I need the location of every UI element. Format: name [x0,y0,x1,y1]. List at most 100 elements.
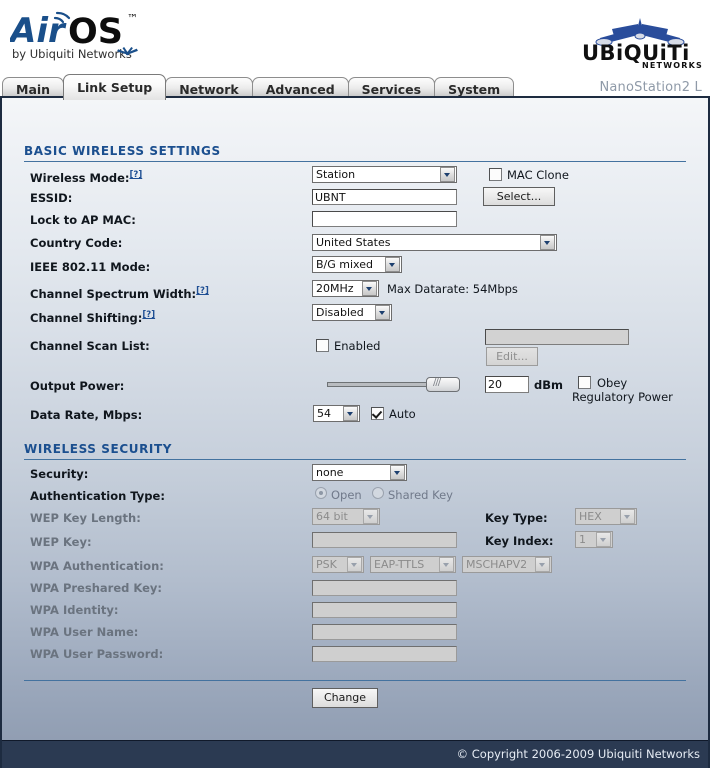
lock-ap-mac-input[interactable] [312,211,457,227]
page-frame: BASIC WIRELESS SETTINGS Wireless Mode:[?… [0,96,710,768]
security-value: none [316,466,344,479]
country-code-select[interactable]: United States [312,234,557,251]
label-wep-key: WEP Key: [30,535,92,549]
channel-scan-list-checkbox[interactable] [316,339,329,352]
row-wep-key: WEP Key: Key Index: 1 [2,531,708,552]
data-rate-auto-label: Auto [389,407,416,421]
ieee-mode-select[interactable]: B/G mixed [312,256,402,273]
label-data-rate: Data Rate, Mbps: [30,408,143,422]
chevron-down-icon [439,557,454,572]
output-power-slider-thumb[interactable] [426,377,460,392]
country-code-value: United States [316,236,391,249]
row-output-power: Output Power: dBm Obey Regulatory Power [2,376,708,404]
key-index-value: 1 [579,533,586,546]
wep-key-length-select[interactable]: 64 bit [312,508,380,525]
label-security: Security: [30,467,89,481]
auth-type-open-radio[interactable] [315,487,327,499]
row-ieee-mode: IEEE 802.11 Mode: B/G mixed [2,256,708,277]
data-rate-value: 54 [317,407,331,420]
label-channel-shifting-text: Channel Shifting: [30,310,143,325]
svg-text:™: ™ [127,12,138,25]
page-header: Air OS ™ by Ubiquiti Networks UBiQUiTi N… [0,0,710,72]
wireless-mode-select[interactable]: Station [312,166,457,183]
data-rate-select[interactable]: 54 [313,405,360,422]
wpa-user-name-input[interactable] [312,624,457,640]
section-basic-wireless-settings: BASIC WIRELESS SETTINGS [24,144,686,162]
label-wep-key-length: WEP Key Length: [30,511,141,525]
row-data-rate: Data Rate, Mbps: 54 Auto [2,405,708,425]
security-select[interactable]: none [312,464,407,481]
output-power-input[interactable] [485,376,529,393]
key-index-select[interactable]: 1 [575,531,613,548]
edit-scan-list-button[interactable]: Edit... [486,347,538,366]
data-rate-auto-checkbox[interactable] [371,407,384,420]
row-security: Security: none [2,464,708,484]
wpa-inner-auth-select[interactable]: MSCHAPV2 [462,556,552,573]
label-wpa-user-name: WPA User Name: [30,625,139,639]
page-footer: © Copyright 2006-2009 Ubiquiti Networks [2,740,708,768]
wpa-inner-auth-value: MSCHAPV2 [466,558,528,571]
spectrum-width-select[interactable]: 20MHz [312,280,379,297]
help-icon-channel-shifting[interactable]: [?] [142,310,155,320]
label-output-power: Output Power: [30,379,125,393]
channel-shifting-select[interactable]: Disabled [312,304,392,321]
row-wpa-auth: WPA Authentication: PSK EAP-TTLS MSCHAPV… [2,556,708,576]
obey-regulatory-power-label-line1: Obey [597,376,628,390]
row-channel-scan-list: Channel Scan List: Enabled Edit... [2,329,708,366]
select-essid-button[interactable]: Select... [483,187,555,206]
obey-regulatory-power-checkbox[interactable] [578,376,591,389]
wpa-preshared-key-input[interactable] [312,580,457,596]
wpa-identity-input[interactable] [312,602,457,618]
mac-clone-checkbox[interactable] [489,168,502,181]
chevron-down-icon [362,281,377,296]
row-auth-type: Authentication Type: Open Shared Key [2,487,708,506]
copyright-text: © Copyright 2006-2009 Ubiquiti Networks [456,747,700,761]
row-lock-ap-mac: Lock to AP MAC: [2,211,708,230]
label-channel-scan-list: Channel Scan List: [30,339,150,353]
row-wpa-identity: WPA Identity: [2,602,708,620]
wpa-auth-select[interactable]: PSK [312,556,364,573]
change-button[interactable]: Change [312,688,378,708]
label-spectrum-width: Channel Spectrum Width:[?] [30,283,209,302]
chevron-down-icon [596,532,611,547]
chevron-down-icon [375,305,390,320]
wep-key-input[interactable] [312,532,457,548]
auth-type-shared-radio[interactable] [372,487,384,499]
mac-clone-label: MAC Clone [507,168,569,182]
section-wireless-security: WIRELESS SECURITY [24,442,686,460]
help-icon-wireless-mode[interactable]: [?] [130,170,143,180]
key-type-select[interactable]: HEX [575,508,637,525]
wpa-user-password-input[interactable] [312,646,457,662]
row-channel-shifting: Channel Shifting:[?] Disabled [2,304,708,325]
svg-text:NETWORKS: NETWORKS [642,61,702,70]
spectrum-width-value: 20MHz [316,282,354,295]
row-wireless-mode: Wireless Mode:[?] Station MAC Clone [2,166,708,185]
device-model-name: NanoStation2 L [599,80,702,95]
row-wep-key-length: WEP Key Length: 64 bit Key Type: HEX [2,508,708,528]
row-country-code: Country Code: United States [2,234,708,253]
channel-shifting-value: Disabled [316,306,364,319]
label-wpa-identity: WPA Identity: [30,603,119,617]
output-power-slider-track[interactable] [327,382,442,387]
wpa-eap-select[interactable]: EAP-TTLS [370,556,456,573]
output-power-unit: dBm [534,378,563,392]
chevron-down-icon [363,509,378,524]
airos-logo-svg: Air OS ™ by Ubiquiti Networks [7,11,138,61]
airos-page: Air OS ™ by Ubiquiti Networks UBiQUiTi N… [0,0,710,768]
wep-key-length-value: 64 bit [316,510,348,523]
label-wpa-auth: WPA Authentication: [30,559,164,573]
help-icon-spectrum-width[interactable]: [?] [196,286,209,296]
wireless-mode-value: Station [316,168,356,181]
label-ieee-mode: IEEE 802.11 Mode: [30,260,151,274]
form-divider [24,680,686,681]
airos-logo: Air OS ™ by Ubiquiti Networks [7,6,160,68]
svg-text:by Ubiquiti Networks: by Ubiquiti Networks [12,47,132,61]
row-wpa-preshared-key: WPA Preshared Key: [2,580,708,598]
row-wpa-user-name: WPA User Name: [2,624,708,642]
auth-type-shared-label: Shared Key [388,488,453,502]
wpa-eap-value: EAP-TTLS [374,558,425,571]
ubiquiti-logo-svg: UBiQUiTi NETWORKS [582,18,702,70]
essid-input[interactable] [312,189,457,205]
label-auth-type: Authentication Type: [30,489,165,503]
tab-link-setup[interactable]: Link Setup [63,74,167,100]
